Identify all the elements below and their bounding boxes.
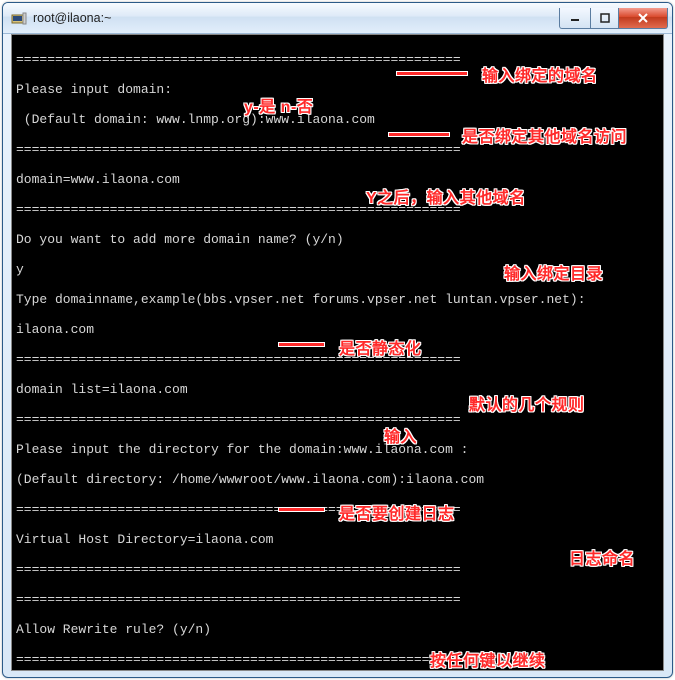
app-window: root@ilaona:~ ==========================…: [2, 2, 673, 678]
divider: ========================================…: [16, 502, 659, 517]
domain-echo: domain=www.ilaona.com: [16, 172, 659, 187]
divider: ========================================…: [16, 562, 659, 577]
putty-icon: [11, 10, 27, 26]
divider: ========================================…: [16, 142, 659, 157]
input-directory: (Default directory: /home/wwwroot/www.il…: [16, 472, 659, 487]
terminal-client[interactable]: ========================================…: [11, 34, 664, 671]
divider: ========================================…: [16, 352, 659, 367]
divider: ========================================…: [16, 202, 659, 217]
window-controls: [559, 8, 668, 29]
prompt-more-domain: Do you want to add more domain name? (y/…: [16, 232, 659, 247]
divider: ========================================…: [16, 412, 659, 427]
prompt-domain: Please input domain:: [16, 82, 659, 97]
vhost-dir: Virtual Host Directory=ilaona.com: [16, 532, 659, 547]
close-button[interactable]: [619, 8, 668, 29]
prompt-rewrite: Allow Rewrite rule? (y/n): [16, 622, 659, 637]
input-domain: (Default domain: www.lnmp.org):www.ilaon…: [16, 112, 659, 127]
domain-list: domain list=ilaona.com: [16, 382, 659, 397]
divider: ========================================…: [16, 652, 659, 667]
window-title: root@ilaona:~: [33, 11, 559, 25]
divider: ========================================…: [16, 52, 659, 67]
prompt-directory: Please input the directory for the domai…: [16, 442, 659, 457]
minimize-button[interactable]: [559, 8, 591, 29]
divider: ========================================…: [16, 592, 659, 607]
maximize-button[interactable]: [591, 8, 619, 29]
input-extra-domain: ilaona.com: [16, 322, 659, 337]
terminal-output: ========================================…: [12, 35, 663, 670]
prompt-domainname: Type domainname,example(bbs.vpser.net fo…: [16, 292, 659, 307]
answer-y: y: [16, 262, 659, 277]
titlebar[interactable]: root@ilaona:~: [3, 3, 672, 34]
